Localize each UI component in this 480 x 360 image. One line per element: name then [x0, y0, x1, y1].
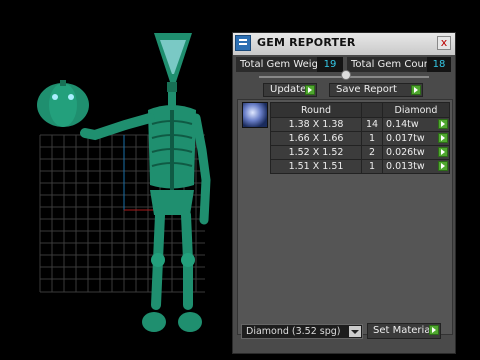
table-header-row: Round Diamond	[270, 102, 450, 118]
3d-viewport[interactable]	[0, 0, 232, 360]
play-arrow-icon	[305, 85, 315, 95]
gem-count-cell: 14	[361, 117, 383, 132]
gem-size-cell: 1.52 X 1.52	[270, 145, 362, 160]
material-select-value: Diamond (3.52 spg)	[246, 326, 341, 337]
total-gem-weight-value: 19	[317, 57, 343, 72]
gem-size-cell: 1.66 X 1.66	[270, 131, 362, 146]
select-row-arrow-icon[interactable]	[438, 161, 448, 171]
gem-weight-cell: 0.013tw	[382, 159, 450, 174]
select-row-arrow-icon[interactable]	[438, 147, 448, 157]
gem-size-cell: 1.51 X 1.51	[270, 159, 362, 174]
gem-weight-value: 0.026tw	[386, 147, 425, 158]
play-arrow-icon	[411, 85, 421, 95]
update-button[interactable]: Update	[263, 83, 317, 97]
gem-weight-cell: 0.017tw	[382, 131, 450, 146]
save-report-button-label: Save Report	[336, 84, 397, 95]
gem-thumbnail-icon	[242, 102, 268, 128]
play-arrow-icon	[429, 325, 439, 335]
total-gem-count-value: 18	[427, 57, 451, 72]
gem-weight-value: 0.017tw	[386, 133, 425, 144]
column-header-material: Diamond	[382, 102, 450, 118]
gem-weight-value: 0.14tw	[386, 119, 419, 130]
column-header-shape: Round	[270, 102, 362, 118]
set-material-button-label: Set Material	[373, 325, 434, 336]
table-row[interactable]: 1.38 X 1.38 14 0.14tw	[270, 117, 450, 132]
gem-reporter-panel: GEM REPORTER x Total Gem Weight 19 Total…	[232, 32, 456, 354]
gem-report-table: Round Diamond 1.38 X 1.38 14 0.14tw 1.66…	[270, 102, 450, 174]
title-bar[interactable]: GEM REPORTER x	[233, 33, 455, 55]
set-material-button[interactable]: Set Material	[367, 323, 441, 339]
material-select[interactable]: Diamond (3.52 spg)	[241, 324, 363, 339]
gem-weight-cell: 0.026tw	[382, 145, 450, 160]
select-row-arrow-icon[interactable]	[438, 119, 448, 129]
gem-weight-cell: 0.14tw	[382, 117, 450, 132]
panel-title: GEM REPORTER	[257, 36, 356, 49]
table-row[interactable]: 1.66 X 1.66 1 0.017tw	[270, 131, 450, 146]
table-row[interactable]: 1.52 X 1.52 2 0.026tw	[270, 145, 450, 160]
table-row[interactable]: 1.51 X 1.51 1 0.013tw	[270, 159, 450, 174]
report-icon	[235, 35, 251, 51]
slider-knob[interactable]	[341, 70, 351, 80]
skeleton-model-render	[37, 33, 211, 332]
chevron-down-icon[interactable]	[349, 326, 361, 337]
update-button-label: Update	[270, 84, 307, 95]
select-row-arrow-icon[interactable]	[438, 133, 448, 143]
gem-size-cell: 1.38 X 1.38	[270, 117, 362, 132]
gem-count-cell: 1	[361, 159, 383, 174]
save-report-button[interactable]: Save Report	[329, 83, 423, 97]
close-icon[interactable]: x	[437, 36, 451, 50]
gem-weight-value: 0.013tw	[386, 161, 425, 172]
total-gem-count-label: Total Gem Count	[347, 57, 439, 72]
column-header-count	[361, 102, 383, 118]
gem-report-table-area: Round Diamond 1.38 X 1.38 14 0.14tw 1.66…	[237, 99, 453, 335]
gem-count-cell: 1	[361, 131, 383, 146]
gem-count-cell: 2	[361, 145, 383, 160]
